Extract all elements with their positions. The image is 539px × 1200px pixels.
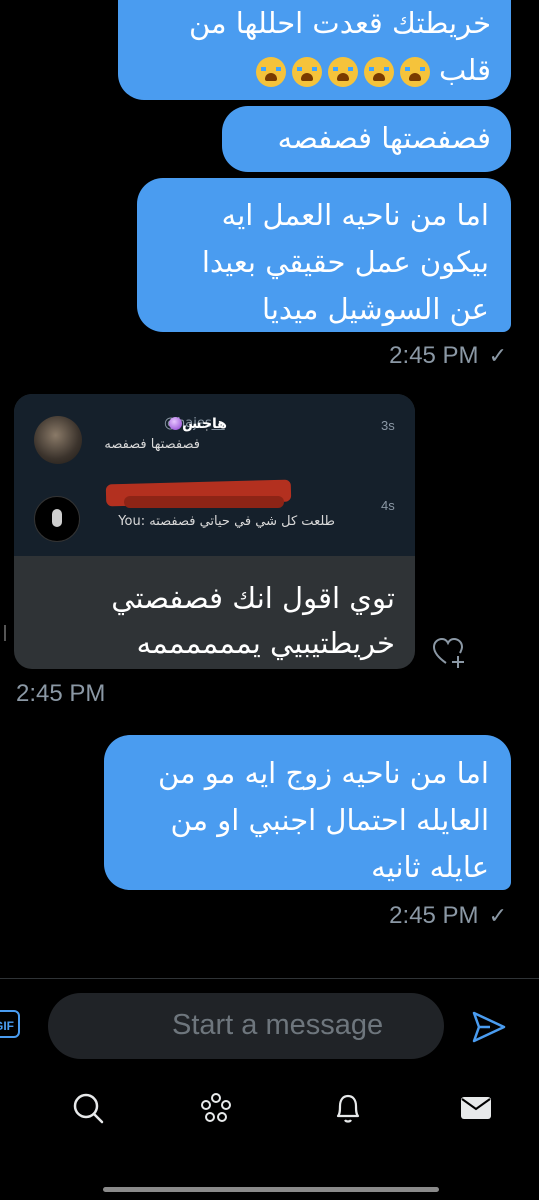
like-heart-icon[interactable] (432, 636, 466, 670)
spaces-icon[interactable] (198, 1090, 234, 1126)
message-text: فصفصتها فصفصه (277, 121, 491, 155)
mail-icon[interactable] (458, 1090, 494, 1126)
message-text: اما من ناحيه العمل ايه بيكون عمل حقيقي ب… (201, 198, 489, 326)
redaction-mark (124, 496, 284, 508)
divider (0, 625, 6, 641)
check-icon: ✓ (488, 343, 507, 368)
message-text: اما من ناحيه زوج ايه مو من العايله احتما… (157, 756, 489, 884)
message-text: خريطتك قعدت احللها من قلب (188, 6, 491, 87)
message-input[interactable]: Start a message (48, 993, 444, 1059)
outgoing-message-bubble[interactable]: خريطتك قعدت احللها من قلب (118, 0, 511, 100)
home-indicator[interactable] (103, 1187, 439, 1192)
message-text: توي اقول انك فصفصتي خريطتيبيي يممممممه (111, 581, 395, 660)
crystal-ball-icon (169, 417, 183, 430)
outgoing-message-bubble[interactable]: فصفصتها فصفصه (222, 106, 511, 172)
avatar (34, 496, 80, 542)
crying-emoji-icon (250, 53, 430, 87)
attached-image[interactable]: @hajes__ هاجس 3s فصفصتها فصفصه 4s طلعت ك… (14, 394, 415, 556)
dm-preview-row: 4s طلعت كل شي في حياتي فصفصته :You (14, 474, 415, 554)
message-timestamp: 2:45 PM ✓ (389, 902, 507, 929)
send-icon[interactable] (470, 1008, 508, 1046)
message-timestamp: 2:45 PM (16, 680, 106, 707)
incoming-message-bubble[interactable]: @hajes__ هاجس 3s فصفصتها فصفصه 4s طلعت ك… (14, 394, 415, 669)
gif-button[interactable]: GIF (0, 1010, 20, 1038)
avatar (34, 416, 82, 464)
bell-icon[interactable] (330, 1090, 366, 1126)
search-icon[interactable] (70, 1090, 106, 1126)
divider (0, 978, 539, 979)
message-timestamp: 2:45 PM ✓ (389, 342, 507, 369)
dm-preview-row: @hajes__ هاجس 3s فصفصتها فصفصه (14, 394, 415, 474)
check-icon: ✓ (488, 903, 507, 928)
outgoing-message-bubble[interactable]: اما من ناحيه العمل ايه بيكون عمل حقيقي ب… (137, 178, 511, 332)
outgoing-message-bubble[interactable]: اما من ناحيه زوج ايه مو من العايله احتما… (104, 735, 511, 890)
